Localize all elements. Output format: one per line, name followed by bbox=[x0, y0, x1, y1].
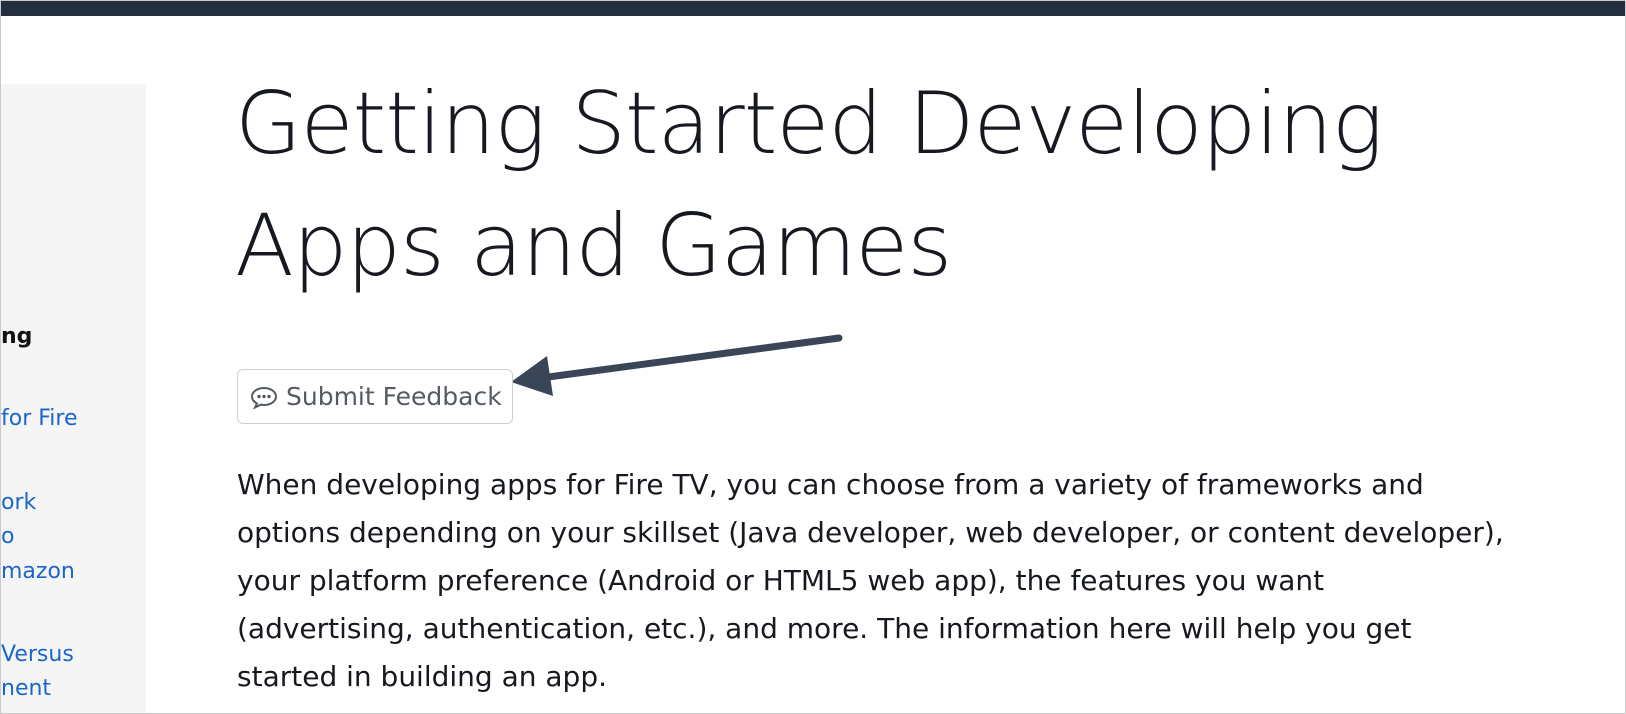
page-title: Getting Started Developing Apps and Game… bbox=[235, 63, 1535, 307]
annotation-arrow bbox=[511, 334, 843, 396]
top-navigation-bar bbox=[1, 1, 1625, 16]
browser-viewport: ng for Fire ork o mazon Versus nent Gett… bbox=[0, 0, 1626, 714]
sidebar-link-content[interactable]: nent bbox=[1, 676, 51, 702]
sidebar-heading: ng bbox=[1, 324, 33, 349]
submit-feedback-button[interactable]: Submit Feedback bbox=[237, 369, 513, 424]
sidebar-link-amazon[interactable]: mazon bbox=[1, 559, 75, 585]
page-title-line-2: Apps and Games bbox=[235, 196, 952, 296]
sidebar-link-versus[interactable]: Versus bbox=[1, 642, 74, 668]
sidebar-nav: ng for Fire ork o mazon Versus nent bbox=[1, 84, 146, 713]
sidebar-link-fire[interactable]: for Fire bbox=[1, 406, 78, 432]
sidebar-link-framework[interactable]: ork bbox=[1, 490, 36, 516]
sidebar-link-app[interactable]: o bbox=[1, 524, 14, 550]
submit-feedback-label: Submit Feedback bbox=[286, 382, 502, 411]
intro-paragraph: When developing apps for Fire TV, you ca… bbox=[237, 468, 1504, 693]
page-title-line-1: Getting Started Developing bbox=[235, 74, 1383, 174]
speech-bubble-icon bbox=[250, 385, 278, 410]
